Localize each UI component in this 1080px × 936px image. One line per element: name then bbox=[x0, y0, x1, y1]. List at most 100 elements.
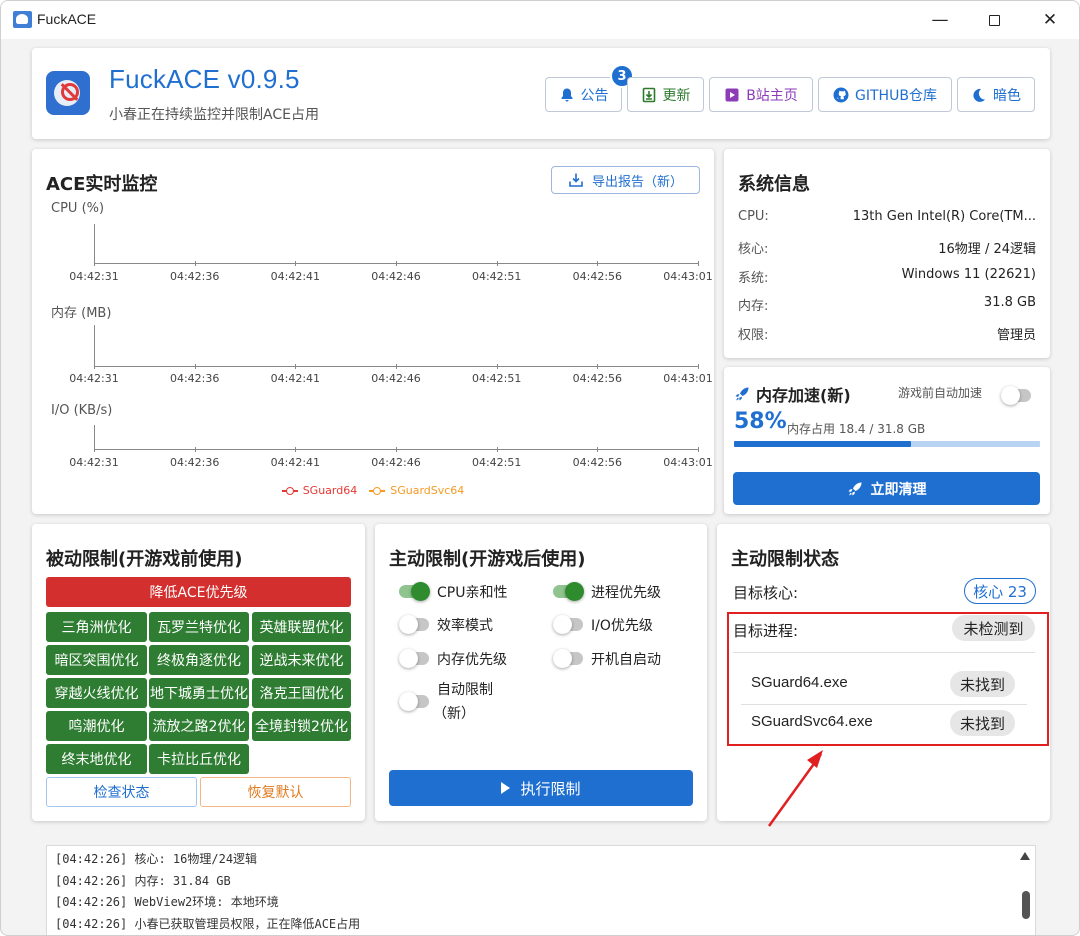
lower-ace-priority-button[interactable]: 降低ACE优先级 bbox=[46, 577, 351, 607]
info-value: Windows 11 (22621) bbox=[901, 267, 1036, 282]
monitor-title: ACE实时监控 bbox=[46, 174, 158, 195]
system-info-row: 核心: 16物理 / 24逻辑 bbox=[738, 238, 1036, 257]
legend-sguard64[interactable]: SGuard64 bbox=[281, 484, 358, 497]
game-optimize-button[interactable]: 穿越火线优化 bbox=[46, 678, 147, 708]
memory-boost-card: 内存加速(新) 游戏前自动加速 58% 内存占用 18.4 / 31.8 GB … bbox=[724, 367, 1050, 514]
info-key: 系统: bbox=[738, 271, 769, 286]
game-optimize-button[interactable]: 地下城勇士优化 bbox=[149, 678, 249, 708]
clean-now-button[interactable]: 立即清理 bbox=[733, 472, 1040, 505]
cpu-axis-label: CPU (%) bbox=[51, 201, 105, 216]
log-line: [04:42:26] 核心: 16物理/24逻辑 bbox=[55, 852, 258, 866]
game-optimize-button[interactable]: 全境封锁2优化 bbox=[252, 711, 351, 741]
maximize-icon bbox=[988, 14, 1000, 26]
game-optimize-button[interactable]: 洛克王国优化 bbox=[252, 678, 351, 708]
close-button[interactable]: ✕ bbox=[1023, 1, 1077, 39]
cpu-affinity-toggle[interactable] bbox=[399, 582, 430, 601]
app-name: FuckACE v0.9.5 bbox=[109, 64, 300, 94]
x-tick-label: 04:42:36 bbox=[169, 372, 220, 385]
x-tick-mark bbox=[698, 261, 699, 266]
notice-label: 公告 bbox=[580, 87, 609, 104]
app-window: FuckACE — ✕ FuckACE v0.9.5 小春正在持续监控并限制AC… bbox=[0, 0, 1080, 936]
execute-limit-button[interactable]: 执行限制 bbox=[389, 770, 693, 806]
window-title: FuckACE bbox=[37, 11, 97, 27]
log-panel[interactable]: [04:42:26] 核心: 16物理/24逻辑 [04:42:26] 内存: … bbox=[46, 845, 1036, 935]
download-icon bbox=[642, 87, 655, 102]
info-key: 内存: bbox=[738, 299, 769, 314]
io-priority-toggle[interactable] bbox=[553, 615, 583, 634]
io-axis-label: I/O (KB/s) bbox=[51, 403, 113, 418]
dark-mode-button[interactable]: 暗色 bbox=[957, 77, 1035, 112]
game-optimize-button[interactable]: 瓦罗兰特优化 bbox=[149, 612, 249, 642]
notice-button[interactable]: 公告 bbox=[545, 77, 622, 112]
chart-legend: SGuard64 SGuardSvc64 bbox=[32, 484, 714, 497]
passive-limit-card: 被动限制(开游戏前使用) 降低ACE优先级 三角洲优化 瓦罗兰特优化 英雄联盟优… bbox=[32, 524, 365, 821]
execute-limit-label: 执行限制 bbox=[520, 779, 581, 798]
app-logo bbox=[46, 71, 90, 115]
auto-limit-toggle[interactable] bbox=[399, 692, 429, 711]
scrollbar-thumb[interactable] bbox=[1022, 891, 1030, 919]
game-optimize-button[interactable]: 卡拉比丘优化 bbox=[149, 744, 249, 774]
x-tick-mark bbox=[496, 447, 498, 452]
system-info-row: 权限: 管理员 bbox=[738, 324, 1036, 343]
memory-priority-toggle[interactable] bbox=[399, 649, 429, 668]
process-priority-toggle[interactable] bbox=[553, 582, 584, 601]
x-tick-mark bbox=[597, 447, 599, 452]
efficiency-mode-toggle[interactable] bbox=[399, 615, 429, 634]
game-optimize-button[interactable]: 终极角逐优化 bbox=[149, 645, 249, 675]
memory-usage-text: 内存占用 18.4 / 31.8 GB bbox=[787, 422, 926, 436]
game-optimize-button[interactable]: 流放之路2优化 bbox=[149, 711, 249, 741]
cpu-y-axis bbox=[94, 224, 95, 264]
passive-limit-title: 被动限制(开游戏前使用) bbox=[46, 549, 243, 570]
x-tick-label: 04:42:51 bbox=[471, 270, 522, 283]
legend-line-icon bbox=[369, 486, 386, 496]
log-line: [04:42:26] 内存: 31.84 GB bbox=[55, 874, 231, 888]
info-key: CPU: bbox=[738, 209, 769, 224]
auto-boost-label: 游戏前自动加速 bbox=[898, 386, 983, 400]
memory-y-axis bbox=[94, 325, 95, 367]
x-tick-label: 04:42:56 bbox=[572, 270, 623, 283]
restore-default-button[interactable]: 恢复默认 bbox=[200, 777, 351, 807]
game-optimize-button[interactable]: 暗区突围优化 bbox=[46, 645, 147, 675]
game-optimize-button[interactable]: 三角洲优化 bbox=[46, 612, 147, 642]
active-limit-title: 主动限制(开游戏后使用) bbox=[389, 549, 586, 570]
x-tick-mark bbox=[496, 261, 498, 266]
legend-sguard64-label: SGuard64 bbox=[302, 484, 358, 497]
x-tick-label: 04:42:36 bbox=[169, 456, 220, 469]
target-core-chip: 核心 23 bbox=[964, 578, 1036, 604]
memory-boost-title: 内存加速(新) bbox=[734, 382, 851, 406]
game-optimize-button[interactable]: 终末地优化 bbox=[46, 744, 147, 774]
rocket-icon bbox=[848, 482, 861, 495]
update-button[interactable]: 更新 bbox=[627, 77, 704, 112]
scroll-up-arrow-icon[interactable] bbox=[1020, 852, 1030, 860]
system-info-row: CPU: 13th Gen Intel(R) Core(TM... bbox=[738, 209, 1036, 224]
x-tick-mark bbox=[94, 364, 95, 369]
info-value: 31.8 GB bbox=[983, 295, 1036, 310]
game-optimize-button[interactable]: 逆战未来优化 bbox=[252, 645, 351, 675]
autostart-toggle[interactable] bbox=[553, 649, 583, 668]
play-icon bbox=[501, 782, 511, 794]
info-value: 管理员 bbox=[996, 328, 1036, 343]
x-tick-label: 04:42:41 bbox=[270, 372, 321, 385]
export-report-button[interactable]: 导出报告（新） bbox=[551, 166, 700, 194]
bilibili-button[interactable]: B站主页 bbox=[709, 77, 813, 112]
game-optimize-button[interactable]: 鸣潮优化 bbox=[46, 711, 147, 741]
dark-mode-label: 暗色 bbox=[993, 87, 1021, 104]
check-status-button[interactable]: 检查状态 bbox=[46, 777, 197, 807]
x-tick-label: 04:42:36 bbox=[169, 270, 220, 283]
x-tick-mark bbox=[496, 364, 498, 369]
auto-boost-toggle[interactable] bbox=[1001, 386, 1031, 405]
title-bar: FuckACE — ✕ bbox=[1, 1, 1079, 39]
export-report-label: 导出报告（新） bbox=[591, 174, 683, 190]
video-play-icon bbox=[725, 88, 739, 101]
app-icon bbox=[13, 11, 32, 28]
legend-sguardsvc64[interactable]: SGuardSvc64 bbox=[369, 484, 464, 497]
x-tick-label: 04:42:31 bbox=[69, 372, 119, 385]
game-optimize-button[interactable]: 英雄联盟优化 bbox=[252, 612, 351, 642]
github-button[interactable]: GITHUB仓库 bbox=[818, 77, 952, 112]
bilibili-label: B站主页 bbox=[746, 87, 798, 104]
legend-line-icon bbox=[281, 486, 298, 496]
minimize-button[interactable]: — bbox=[913, 1, 967, 39]
memory-usage-bar bbox=[734, 441, 1040, 447]
maximize-button[interactable] bbox=[967, 1, 1021, 39]
process-priority-label: 进程优先级 bbox=[591, 585, 661, 601]
